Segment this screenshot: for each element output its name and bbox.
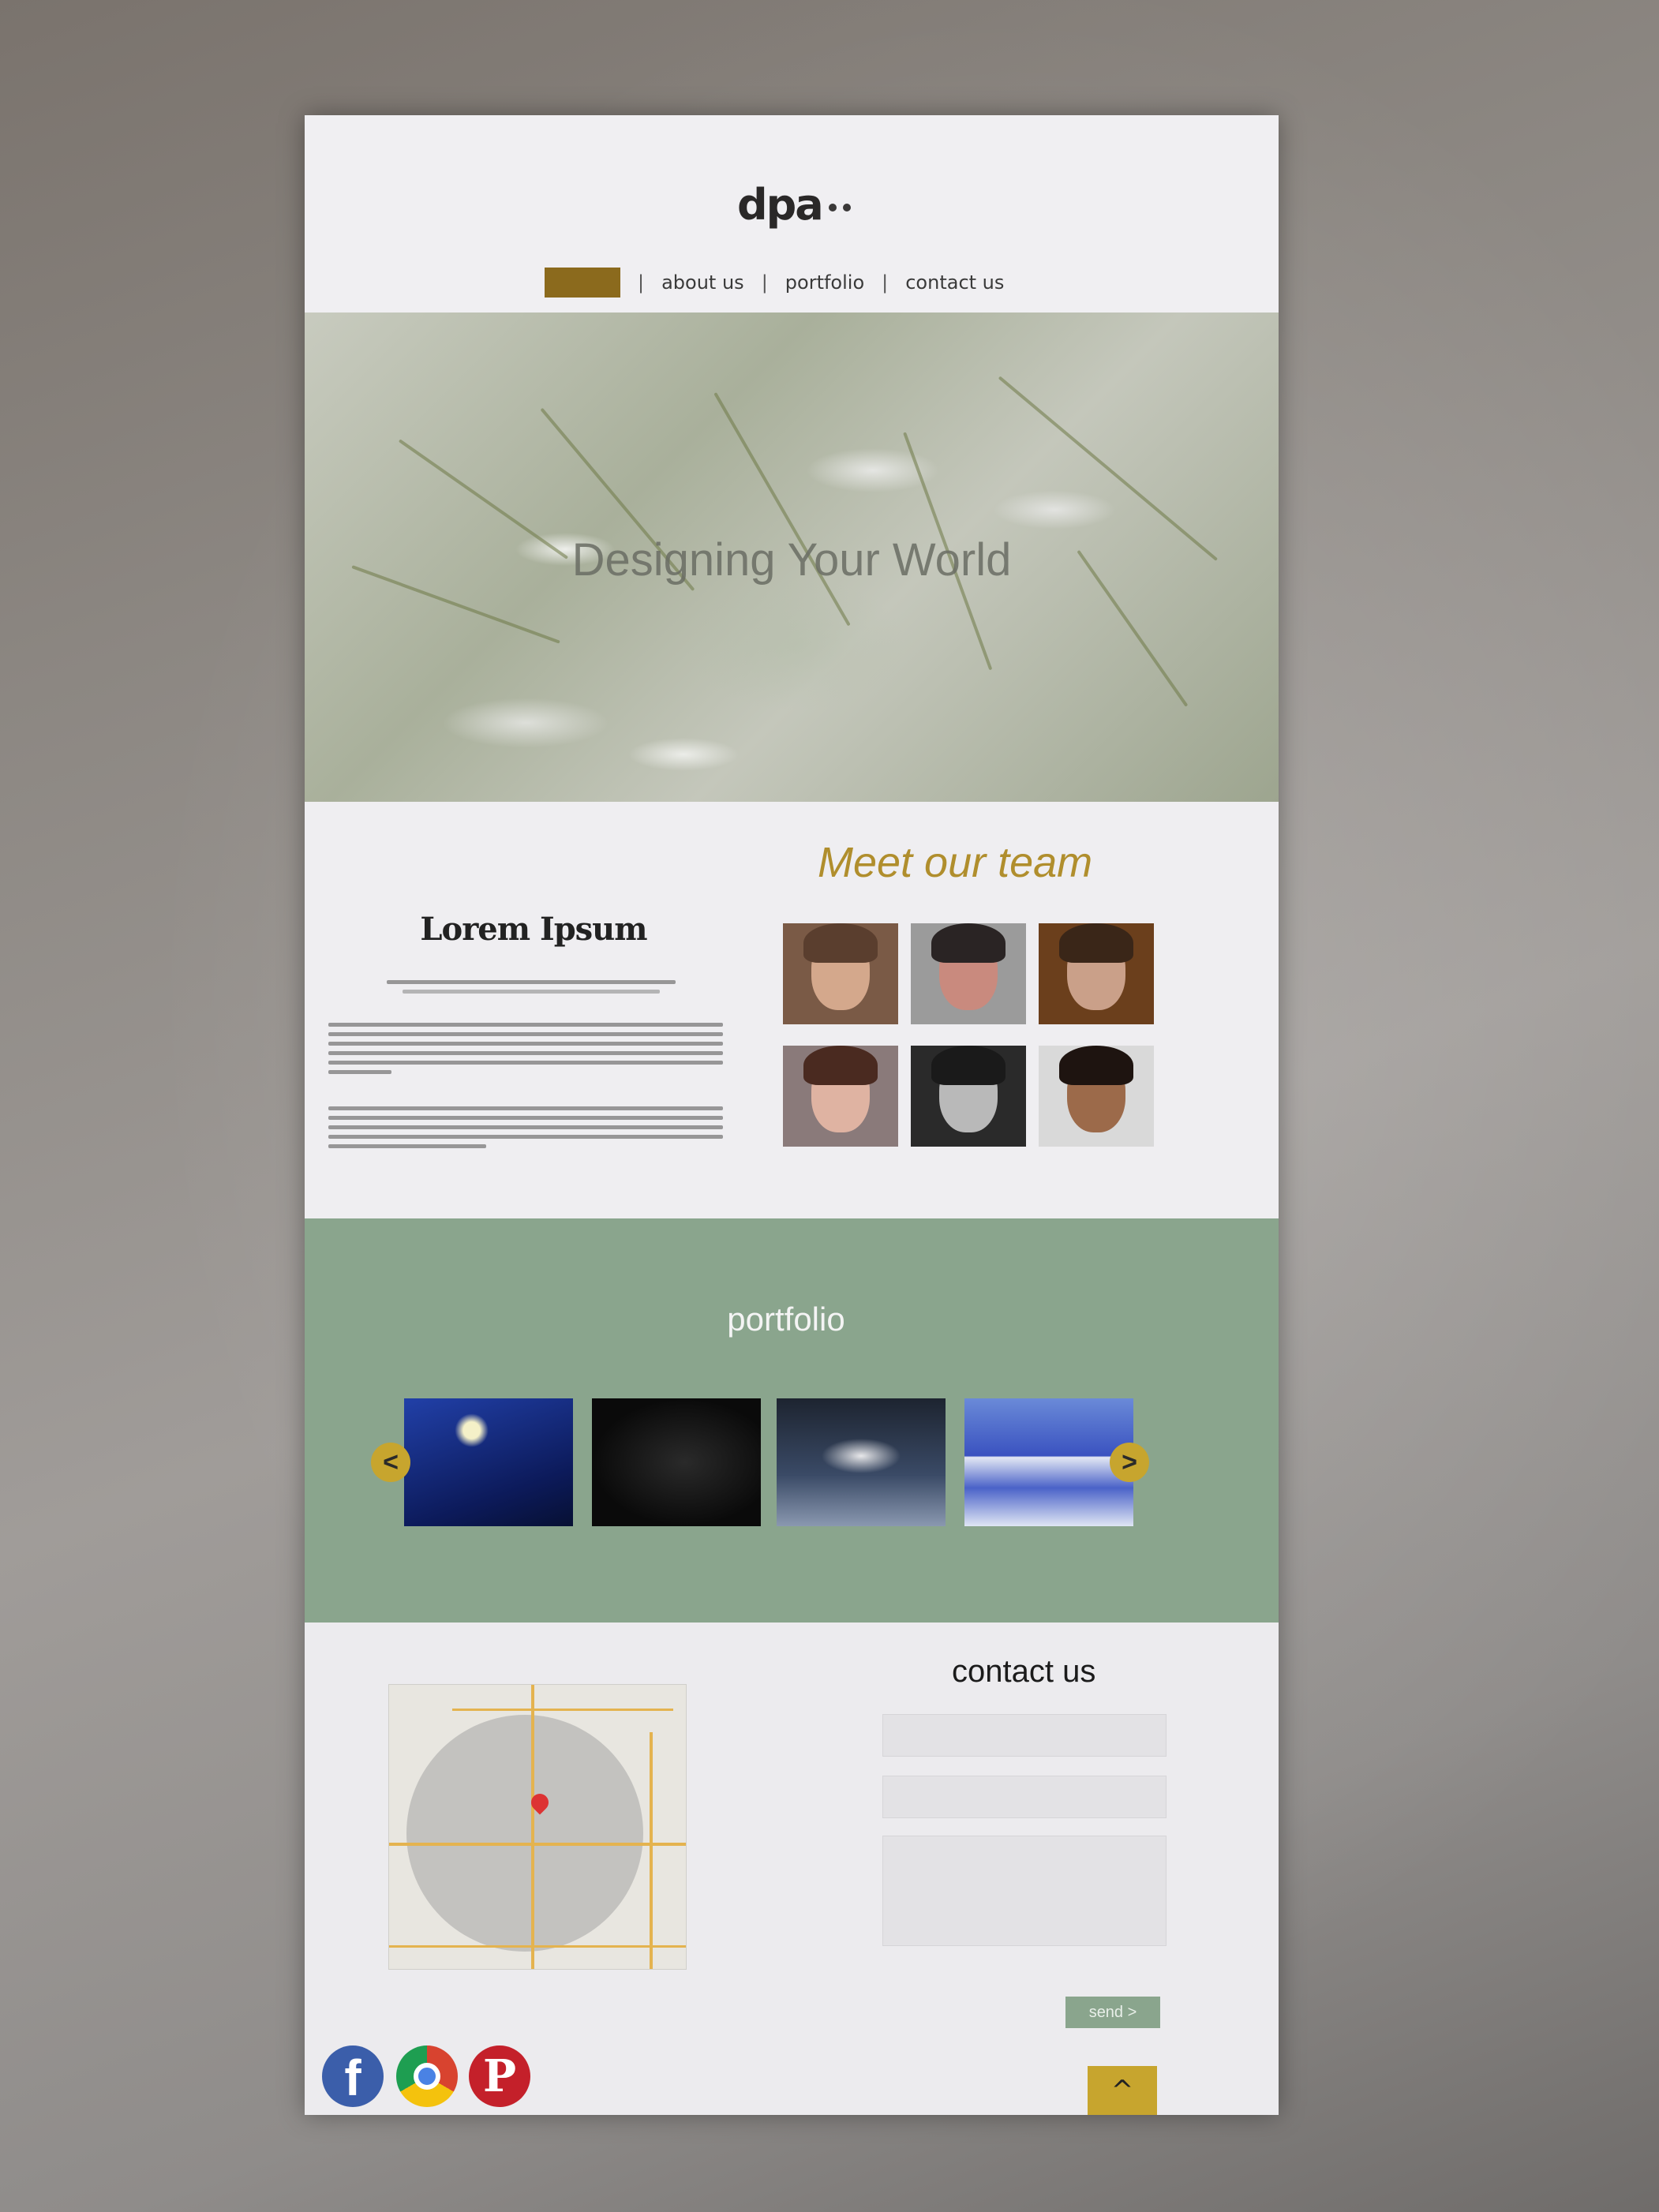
portfolio-thumbnail[interactable] xyxy=(777,1398,946,1526)
text-line xyxy=(328,1116,723,1120)
hair-shape xyxy=(1059,1046,1133,1085)
send-button[interactable]: send > xyxy=(1065,1997,1160,2028)
logo-dot xyxy=(842,204,851,212)
name-field[interactable] xyxy=(882,1714,1167,1757)
message-field[interactable] xyxy=(882,1836,1167,1946)
team-heading: Meet our team xyxy=(818,839,1093,886)
team-member-photo[interactable] xyxy=(1039,923,1154,1024)
text-line xyxy=(328,1061,723,1065)
map-road xyxy=(531,1685,534,1969)
text-line xyxy=(328,1042,723,1046)
nav-item-home[interactable] xyxy=(545,268,620,298)
team-member-photo[interactable] xyxy=(783,923,898,1024)
back-to-top-button[interactable]: ^ xyxy=(1088,2066,1157,2115)
nav-item-about-us[interactable]: about us xyxy=(661,271,744,294)
main-nav: | about us | portfolio | contact us xyxy=(545,267,1004,298)
text-line xyxy=(328,1032,723,1036)
logo[interactable]: dpa xyxy=(737,180,851,230)
nav-separator: | xyxy=(638,271,645,294)
hero-title: Designing Your World xyxy=(571,534,1012,586)
text-line xyxy=(328,1135,723,1139)
hair-shape xyxy=(931,1046,1006,1085)
text-line xyxy=(328,1070,391,1074)
team-member-photo[interactable] xyxy=(1039,1046,1154,1147)
text-line xyxy=(328,1023,723,1027)
location-map[interactable] xyxy=(388,1684,687,1970)
nav-separator: | xyxy=(882,271,889,294)
text-line xyxy=(328,1106,723,1110)
carousel-prev-button[interactable]: < xyxy=(371,1443,410,1482)
hair-shape xyxy=(1059,923,1133,963)
team-member-photo[interactable] xyxy=(911,1046,1026,1147)
site-header: dpa | about us | portfolio | contact us xyxy=(305,115,1279,313)
text-line xyxy=(328,1051,723,1055)
carousel-next-button[interactable]: > xyxy=(1110,1443,1149,1482)
nav-item-portfolio[interactable]: portfolio xyxy=(785,271,864,294)
map-road xyxy=(650,1732,653,1969)
portfolio-thumbnail[interactable] xyxy=(404,1398,573,1526)
portfolio-thumbnail[interactable] xyxy=(964,1398,1133,1526)
chrome-icon-center xyxy=(414,2063,440,2090)
map-radius-circle xyxy=(406,1715,643,1952)
text-line xyxy=(328,1125,723,1129)
hair-shape xyxy=(931,923,1006,963)
portfolio-heading: portfolio xyxy=(727,1301,845,1338)
map-road xyxy=(389,1945,686,1948)
nav-item-contact-us[interactable]: contact us xyxy=(905,271,1004,294)
lorem-title: Lorem Ipsum xyxy=(420,911,647,948)
chrome-icon[interactable] xyxy=(396,2045,458,2107)
nav-separator: | xyxy=(761,271,768,294)
team-member-photo[interactable] xyxy=(783,1046,898,1147)
map-road xyxy=(452,1709,673,1711)
team-photo-grid xyxy=(783,923,1154,1147)
text-line xyxy=(328,1144,486,1148)
pinterest-icon[interactable]: P xyxy=(469,2045,530,2107)
team-member-photo[interactable] xyxy=(911,923,1026,1024)
contact-heading: contact us xyxy=(952,1654,1096,1689)
hair-shape xyxy=(803,1046,878,1085)
portfolio-thumbnail[interactable] xyxy=(592,1398,761,1526)
team-section: Meet our team Lorem Ipsum xyxy=(305,802,1279,1218)
contact-section: contact us send > f P ^ xyxy=(305,1623,1279,2115)
text-line xyxy=(403,990,660,994)
logo-text: dpa xyxy=(737,180,824,230)
map-road xyxy=(389,1843,686,1846)
text-line xyxy=(387,980,676,984)
logo-dot xyxy=(828,204,837,212)
portfolio-section: portfolio < > xyxy=(305,1218,1279,1623)
hair-shape xyxy=(803,923,878,963)
hero-grass-stem xyxy=(713,392,851,627)
web-page: dpa | about us | portfolio | contact us … xyxy=(305,115,1279,2115)
facebook-icon[interactable]: f xyxy=(322,2045,384,2107)
hero-banner: Designing Your World xyxy=(305,313,1279,802)
email-field[interactable] xyxy=(882,1776,1167,1818)
